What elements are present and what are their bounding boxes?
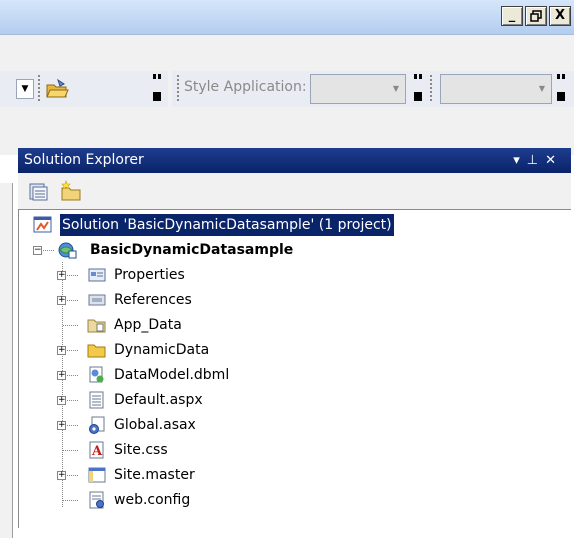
aspx-file-icon [87,391,107,409]
tree-node-item[interactable]: DataModel.dbml [87,364,387,386]
tree-item-label: Default.aspx [114,392,203,408]
target-rule-combo[interactable]: ▼ [440,74,552,104]
tree-item-label: web.config [114,492,191,508]
dropdown-arrow-icon[interactable]: ▼ [16,79,34,99]
folder-icon [87,341,107,359]
style-application-combo[interactable]: ▼ [310,74,406,104]
css-file-icon: A [87,441,107,459]
properties-button-icon[interactable] [28,181,50,203]
solution-explorer-panel: Solution Explorer ▾⊥✕ Solution 'BasicDyn… [18,148,571,528]
tree-node-item[interactable]: Properties [87,264,387,286]
tree-node-item[interactable]: Global.asax [87,414,387,436]
svg-text:A: A [91,444,103,459]
toolbar-strip-style: Style Application: ▼ ▼ [172,71,574,107]
tree-item-label: App_Data [114,317,182,333]
toolbar-overflow-grip[interactable] [556,74,566,104]
toolbar-separator [38,75,40,103]
toolbar-overflow-grip[interactable] [152,74,162,104]
solution-tree: Solution 'BasicDynamicDatasample' (1 pro… [18,209,571,528]
tree-node-item[interactable]: DynamicData [87,339,387,361]
chevron-down-icon: ▼ [538,84,546,93]
solution-icon [33,216,53,234]
dbml-file-icon [87,366,107,384]
show-all-files-icon[interactable] [58,179,84,203]
expand-toggle[interactable]: + [57,296,66,305]
panel-menu-icon[interactable]: ▾ [513,153,527,168]
tree-node-item[interactable]: web.config [87,489,387,511]
web-project-icon [57,241,77,259]
close-icon[interactable]: ✕ [545,153,563,168]
open-folder-icon[interactable] [44,77,70,101]
tree-item-label: Site.css [114,442,168,458]
tree-node-item[interactable]: Default.aspx [87,389,387,411]
expand-toggle[interactable]: + [57,271,66,280]
expand-toggle[interactable]: + [57,471,66,480]
tree-item-label: Properties [114,267,185,283]
toolbar-separator [177,75,179,103]
style-application-label: Style Application: [184,79,307,95]
expand-toggle[interactable]: + [57,421,66,430]
references-icon [87,291,107,309]
collapse-toggle[interactable]: − [33,246,42,255]
properties-icon [87,266,107,284]
tree-item-label: Site.master [114,467,195,483]
expand-toggle[interactable]: + [57,346,66,355]
minimize-button[interactable]: _ [501,6,523,26]
solution-label: Solution 'BasicDynamicDatasample' (1 pro… [60,214,394,236]
close-button[interactable]: X [549,6,571,26]
project-label: BasicDynamicDatasample [90,242,294,258]
toolbar-overflow-grip[interactable] [413,74,423,104]
pin-icon[interactable]: ⊥ [527,153,545,168]
tree-item-label: DataModel.dbml [114,367,230,383]
left-docked-panel-edge [0,183,13,538]
tree-item-label: DynamicData [114,342,210,358]
restore-button[interactable] [525,6,547,26]
tree-node-item[interactable]: A Site.css [87,439,387,461]
tree-node-item[interactable]: References [87,289,387,311]
solution-explorer-toolbar [18,173,571,209]
tree-node-project[interactable]: BasicDynamicDatasample [57,239,457,261]
tree-node-solution[interactable]: Solution 'BasicDynamicDatasample' (1 pro… [33,214,433,236]
panel-title: Solution Explorer [24,152,144,168]
tree-node-item[interactable]: Site.master [87,464,387,486]
tree-item-label: References [114,292,192,308]
toolbar-separator [430,75,432,103]
tree-node-item[interactable]: App_Data [87,314,387,336]
restore-icon [530,10,542,22]
expand-toggle[interactable]: + [57,371,66,380]
chevron-down-icon: ▼ [392,84,400,93]
toolbar-strip-left: ▼ [0,71,168,107]
master-file-icon [87,466,107,484]
expand-toggle[interactable]: + [57,396,66,405]
config-file-icon [87,491,107,509]
folder-icon [87,316,107,334]
tree-item-label: Global.asax [114,417,196,433]
asax-file-icon [87,416,107,434]
window-title-bar: _ X [0,0,574,35]
solution-explorer-title-bar: Solution Explorer ▾⊥✕ [18,148,571,173]
